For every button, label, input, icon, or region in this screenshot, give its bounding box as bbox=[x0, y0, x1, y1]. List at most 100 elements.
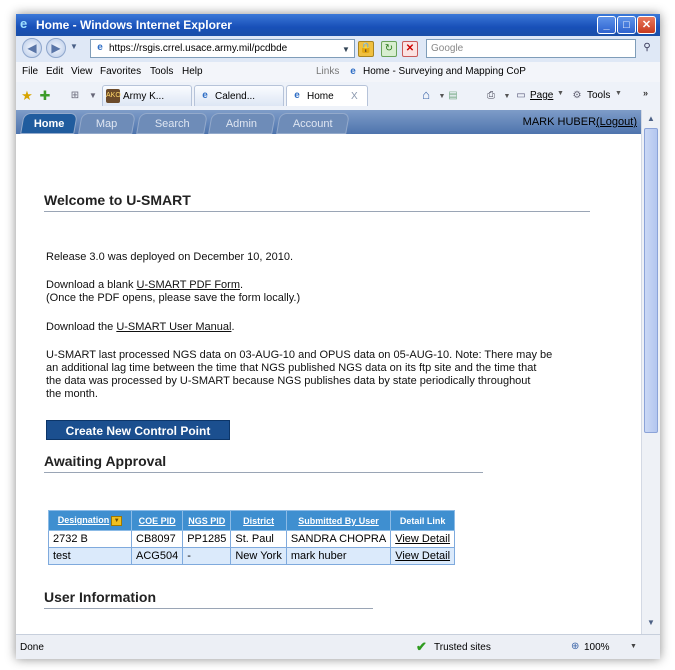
back-button[interactable]: ◀ bbox=[22, 38, 42, 58]
nav-tab-home[interactable]: Home bbox=[20, 113, 78, 134]
col-submitted-by[interactable]: Submitted By User bbox=[285, 510, 392, 531]
awaiting-approval-heading: Awaiting Approval bbox=[44, 453, 167, 469]
download-manual-text: Download the U-SMART User Manual. bbox=[46, 321, 235, 334]
download-manual-suffix: . bbox=[231, 321, 235, 333]
nav-tab-home-label: Home bbox=[33, 118, 65, 130]
quick-tabs-icon[interactable]: ⊞ bbox=[68, 89, 82, 103]
download-pdf-prefix: Download a blank bbox=[46, 279, 137, 291]
tab-list-icon[interactable]: ▼ bbox=[86, 89, 100, 103]
menu-help[interactable]: Help bbox=[182, 66, 203, 77]
menu-favorites[interactable]: Favorites bbox=[100, 66, 141, 77]
security-zone[interactable]: Trusted sites bbox=[434, 642, 491, 653]
logout-link[interactable]: (Logout) bbox=[596, 116, 637, 128]
minimize-button[interactable]: _ bbox=[597, 16, 616, 34]
page-ie-icon: e bbox=[97, 42, 103, 53]
chevron-more-icon[interactable]: » bbox=[643, 88, 648, 98]
browser-tab-army[interactable]: AKO Army K... bbox=[102, 85, 192, 106]
sort-icon[interactable]: ▼ bbox=[111, 515, 123, 526]
col-ngs-pid[interactable]: NGS PID bbox=[182, 510, 232, 531]
page-menu-button[interactable]: Page bbox=[530, 90, 553, 101]
browser-tab-calendar[interactable]: e Calend... bbox=[194, 85, 284, 106]
approval-table: Designation ▼ COE PID NGS PID District Su… bbox=[48, 510, 456, 565]
tools-dropdown-icon[interactable]: ▼ bbox=[615, 90, 622, 97]
url-dropdown-icon[interactable]: ▼ bbox=[339, 43, 353, 57]
lock-icon[interactable]: 🔒 bbox=[358, 41, 374, 57]
url-input[interactable]: e https://rsgis.crrel.usace.army.mil/pcd… bbox=[90, 39, 355, 58]
refresh-icon[interactable]: ↻ bbox=[381, 41, 397, 57]
tools-menu-button[interactable]: Tools bbox=[587, 90, 610, 101]
home-icon[interactable]: ⌂ bbox=[419, 88, 433, 102]
menu-tools[interactable]: Tools bbox=[150, 66, 173, 77]
col-detail-link: Detail Link bbox=[390, 510, 456, 531]
nav-tab-map[interactable]: Map bbox=[78, 113, 136, 134]
maximize-button[interactable]: □ bbox=[617, 16, 636, 34]
cell-submitted-by: SANDRA CHOPRA bbox=[285, 530, 392, 548]
status-bar: Done ✔ Trusted sites ⊕ 100% ▼ bbox=[16, 634, 660, 659]
search-input[interactable]: Google bbox=[426, 39, 636, 58]
menu-view[interactable]: View bbox=[71, 66, 93, 77]
browser-tab-army-label: Army K... bbox=[123, 91, 165, 102]
vertical-scrollbar[interactable]: ▲ ▼ bbox=[641, 110, 660, 634]
page-dropdown-icon[interactable]: ▼ bbox=[557, 90, 564, 97]
scroll-down-icon[interactable]: ▼ bbox=[644, 616, 658, 630]
tab-close-icon[interactable]: X bbox=[351, 86, 358, 106]
nav-tab-admin[interactable]: Admin bbox=[208, 113, 276, 134]
table-header-row: Designation ▼ COE PID NGS PID District Su… bbox=[48, 510, 456, 531]
tools-gear-icon: ⚙ bbox=[572, 90, 582, 101]
print-icon[interactable]: ⎙ bbox=[484, 89, 498, 103]
page-content: Home Map Search Admin Account MARK HUBER… bbox=[16, 110, 641, 634]
search-icon[interactable]: ⚲ bbox=[640, 41, 654, 55]
browser-window: e Home - Windows Internet Explorer _ □ ✕… bbox=[16, 14, 660, 659]
site-nav-bar: Home Map Search Admin Account MARK HUBER… bbox=[16, 110, 641, 134]
pdf-note-text: (Once the PDF opens, please save the for… bbox=[46, 292, 301, 304]
nav-tab-map-label: Map bbox=[96, 118, 118, 130]
menu-bar: File Edit View Favorites Tools Help Link… bbox=[16, 62, 660, 83]
download-pdf-suffix: . bbox=[240, 279, 244, 291]
user-manual-link[interactable]: U-SMART User Manual bbox=[116, 321, 231, 333]
zoom-level[interactable]: 100% bbox=[584, 642, 610, 653]
calendar-favicon-icon: e bbox=[202, 90, 208, 101]
links-item[interactable]: Home - Surveying and Mapping CoP bbox=[363, 66, 526, 77]
create-control-point-button[interactable]: Create New Control Point bbox=[46, 420, 230, 440]
trusted-check-icon: ✔ bbox=[416, 639, 427, 654]
view-detail-link[interactable]: View Detail bbox=[390, 547, 456, 565]
zoom-dropdown-icon[interactable]: ▼ bbox=[630, 643, 637, 650]
cell-ngs-pid: PP1285 bbox=[182, 530, 232, 548]
table-row: 2732 B CB8097 PP1285 St. Paul SANDRA CHO… bbox=[48, 530, 456, 548]
user-name: MARK HUBER bbox=[522, 116, 597, 128]
cell-ngs-pid: - bbox=[182, 547, 232, 565]
col-coe-pid[interactable]: COE PID bbox=[130, 510, 184, 531]
cell-coe-pid: CB8097 bbox=[130, 530, 184, 548]
release-text: Release 3.0 was deployed on December 10,… bbox=[46, 251, 294, 263]
download-manual-prefix: Download the bbox=[46, 321, 117, 333]
col-designation[interactable]: Designation ▼ bbox=[48, 510, 132, 531]
ngs-note-line-1: U-SMART last processed NGS data on 03-AU… bbox=[46, 349, 553, 361]
history-dropdown-icon[interactable]: ▼ bbox=[70, 42, 78, 51]
menu-edit[interactable]: Edit bbox=[46, 66, 63, 77]
nav-tab-account[interactable]: Account bbox=[276, 113, 350, 134]
scroll-up-icon[interactable]: ▲ bbox=[644, 112, 658, 126]
favorites-star-icon[interactable]: ★ bbox=[20, 89, 34, 103]
print-dropdown-icon[interactable]: ▼ bbox=[500, 90, 514, 104]
stop-icon[interactable]: ✕ bbox=[402, 41, 418, 57]
cell-district: St. Paul bbox=[230, 530, 287, 548]
forward-button[interactable]: ▶ bbox=[46, 38, 66, 58]
col-district[interactable]: District bbox=[230, 510, 287, 531]
ie-logo-icon: e bbox=[20, 16, 28, 31]
zoom-icon: ⊕ bbox=[571, 641, 580, 652]
approval-divider bbox=[44, 472, 483, 473]
pdf-form-link[interactable]: U-SMART PDF Form bbox=[137, 279, 241, 291]
add-favorite-icon[interactable]: ✚ bbox=[38, 89, 52, 103]
nav-tab-search[interactable]: Search bbox=[136, 113, 208, 134]
menu-file[interactable]: File bbox=[22, 66, 38, 77]
col-designation-label: Designation bbox=[57, 515, 110, 526]
status-text: Done bbox=[20, 642, 44, 653]
browser-tab-home[interactable]: e Home X bbox=[286, 85, 368, 106]
army-favicon-icon: AKO bbox=[106, 89, 121, 103]
feeds-icon[interactable]: ▤ bbox=[446, 89, 460, 103]
welcome-heading: Welcome to U-SMART bbox=[44, 192, 191, 208]
scrollbar-thumb[interactable] bbox=[644, 128, 658, 433]
close-button[interactable]: ✕ bbox=[637, 16, 656, 34]
view-detail-link[interactable]: View Detail bbox=[390, 530, 456, 548]
user-label: MARK HUBER(Logout) bbox=[523, 116, 637, 128]
